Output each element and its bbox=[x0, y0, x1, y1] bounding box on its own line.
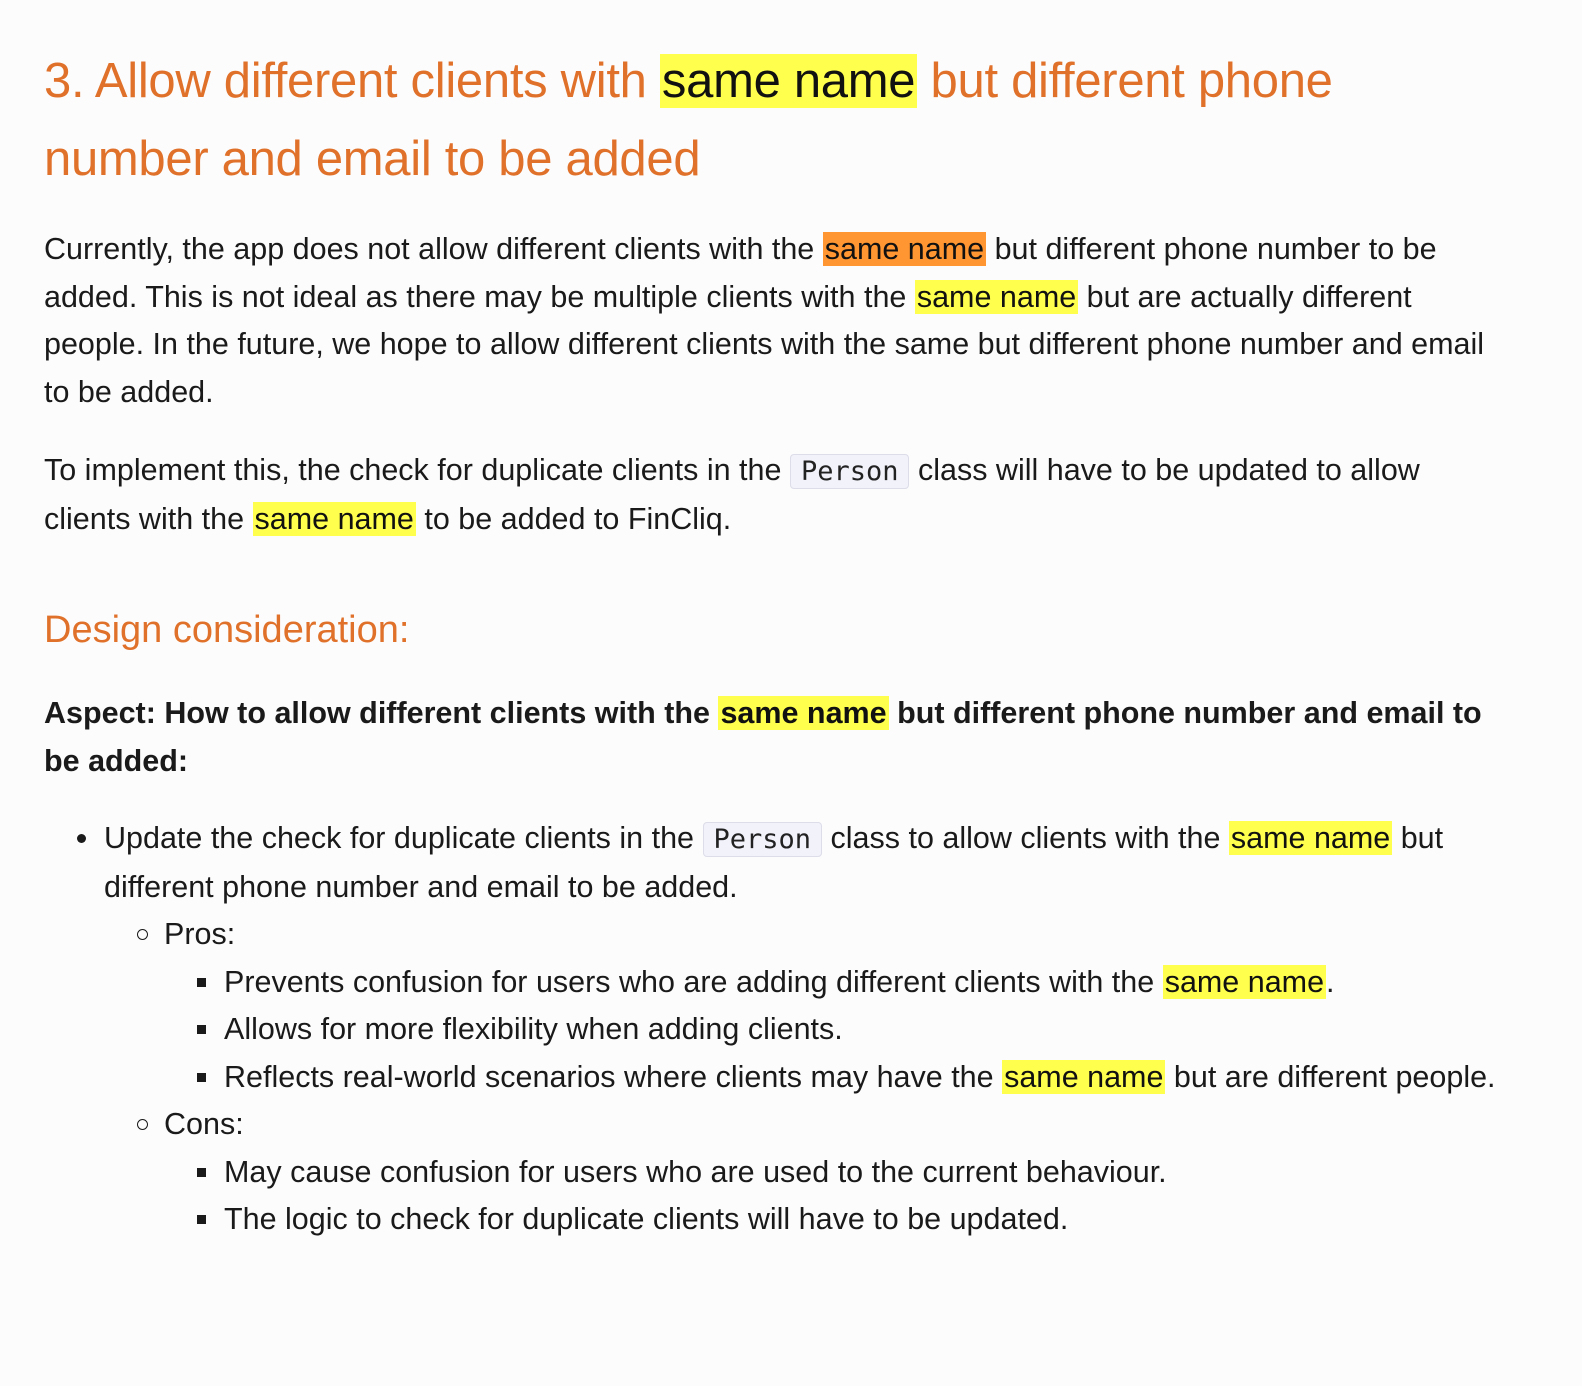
text-run: The logic to check for duplicate clients… bbox=[224, 1202, 1069, 1236]
search-highlight: same name bbox=[718, 696, 889, 730]
bullet-square bbox=[197, 977, 206, 987]
text-run: to be added to FinCliq. bbox=[415, 501, 732, 536]
list-item: May cause confusion for users who are us… bbox=[164, 1149, 1514, 1197]
search-highlight: same name bbox=[1002, 1059, 1166, 1094]
list-item: Allows for more flexibility when adding … bbox=[164, 1006, 1514, 1054]
text-run: To implement this, the check for duplica… bbox=[44, 453, 790, 487]
search-highlight: same name bbox=[914, 279, 1079, 314]
text-run: Reflects real-world scenarios where clie… bbox=[224, 1059, 1003, 1094]
bullet-square bbox=[197, 1167, 206, 1177]
list-item: Prevents confusion for users who are add… bbox=[164, 959, 1514, 1007]
inline-code: Person bbox=[702, 822, 823, 857]
text-run: Currently, the app does not allow differ… bbox=[44, 232, 823, 266]
search-highlight: same name bbox=[659, 54, 918, 108]
cons-label: Cons: bbox=[164, 1107, 244, 1141]
list-item-pros: Pros: Prevents confusion for users who a… bbox=[104, 911, 1514, 1101]
search-highlight: same name bbox=[1162, 964, 1327, 999]
aspect-title: Aspect: How to allow different clients w… bbox=[44, 690, 1484, 785]
list-item: The logic to check for duplicate clients… bbox=[164, 1196, 1514, 1244]
paragraph-implementation: To implement this, the check for duplica… bbox=[44, 447, 1514, 543]
text-run: Allows for more flexibility when adding … bbox=[224, 1012, 843, 1046]
text-run: Aspect: How to allow different clients w… bbox=[44, 696, 719, 730]
text-run: Prevents confusion for users who are add… bbox=[224, 964, 1163, 999]
list-item-option: Update the check for duplicate clients i… bbox=[44, 815, 1514, 1244]
options-list: Update the check for duplicate clients i… bbox=[44, 815, 1514, 1244]
cons-list: May cause confusion for users who are us… bbox=[164, 1149, 1514, 1244]
pros-label: Pros: bbox=[164, 917, 236, 951]
pros-list: Prevents confusion for users who are add… bbox=[164, 959, 1514, 1102]
bullet-square bbox=[197, 1072, 206, 1082]
bullet-circle bbox=[137, 1119, 148, 1130]
design-consideration-heading: Design consideration: bbox=[44, 609, 410, 651]
text-run: May cause confusion for users who are us… bbox=[224, 1154, 1167, 1189]
pros-cons-list: Pros: Prevents confusion for users who a… bbox=[104, 911, 1514, 1244]
bullet-square bbox=[197, 1025, 206, 1034]
paragraph-current-behaviour: Currently, the app does not allow differ… bbox=[44, 226, 1514, 416]
bullet-disc bbox=[77, 834, 86, 843]
heading-text-before: 3. Allow different clients with bbox=[44, 54, 660, 108]
text-run: class to allow clients with the bbox=[822, 821, 1229, 855]
text-run: . bbox=[1326, 964, 1335, 999]
bullet-square bbox=[197, 1215, 206, 1224]
text-run: Update the check for duplicate clients i… bbox=[104, 821, 703, 855]
text-run: but are different people. bbox=[1165, 1059, 1496, 1094]
current-search-highlight: same name bbox=[822, 232, 987, 266]
list-item: Reflects real-world scenarios where clie… bbox=[164, 1054, 1514, 1102]
list-item-cons: Cons: May cause confusion for users who … bbox=[104, 1101, 1514, 1244]
search-highlight: same name bbox=[252, 501, 416, 536]
inline-code: Person bbox=[789, 454, 910, 489]
search-highlight: same name bbox=[1228, 821, 1393, 855]
section-heading: 3. Allow different clients with same nam… bbox=[44, 42, 1444, 198]
bullet-circle bbox=[137, 929, 148, 940]
